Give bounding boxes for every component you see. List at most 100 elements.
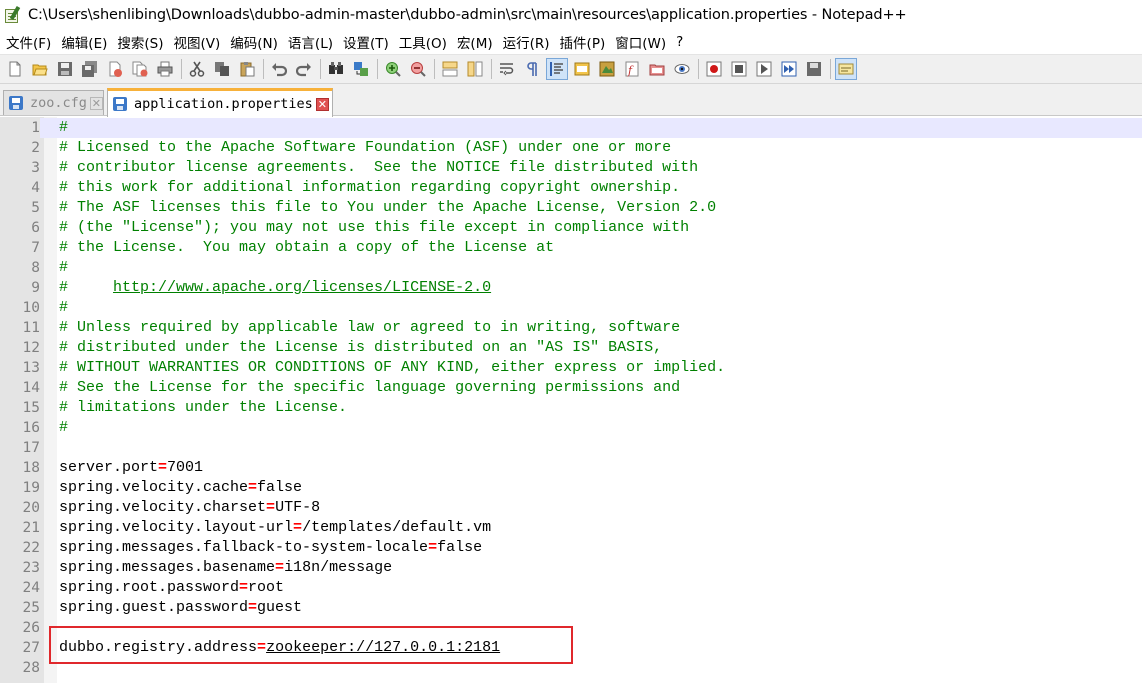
code-line[interactable]: 21 spring.velocity.layout-url=/templates/…	[0, 518, 1142, 538]
redo-button[interactable]	[293, 58, 315, 80]
code-text: spring.velocity.layout-url=/templates/de…	[59, 518, 491, 538]
save-button[interactable]	[54, 58, 76, 80]
property-key: spring.velocity.cache	[59, 479, 249, 496]
code-line[interactable]: 13 # WITHOUT WARRANTIES OR CONDITIONS OF …	[0, 358, 1142, 378]
menu-edit[interactable]: 编辑(E)	[57, 32, 111, 52]
spell-check-button[interactable]	[835, 58, 857, 80]
stop-macro-button[interactable]	[728, 58, 750, 80]
line-number: 3	[31, 160, 40, 176]
editor-pane[interactable]: 1 #2 # Licensed to the Apache Software Fou…	[0, 117, 1142, 683]
menu-encoding[interactable]: 编码(N)	[226, 32, 282, 52]
menu-language[interactable]: 语言(L)	[284, 32, 337, 52]
menu-file[interactable]: 文件(F)	[2, 32, 55, 52]
comment-text: # WITHOUT WARRANTIES OR CONDITIONS OF AN…	[59, 359, 726, 376]
line-number: 2	[31, 140, 40, 156]
code-line[interactable]: 20 spring.velocity.charset=UTF-8	[0, 498, 1142, 518]
property-key: spring.guest.password	[59, 599, 249, 616]
assignment-operator: =	[248, 479, 258, 496]
code-line[interactable]: 6 # (the "License"); you may not use this…	[0, 218, 1142, 238]
line-number: 26	[22, 620, 40, 636]
line-number: 17	[22, 440, 40, 456]
close-all-button[interactable]	[129, 58, 151, 80]
menu-view[interactable]: 视图(V)	[170, 32, 225, 52]
menu-help[interactable]: ?	[672, 34, 687, 50]
print-button[interactable]	[154, 58, 176, 80]
open-file-button[interactable]	[29, 58, 51, 80]
code-text: # Unless required by applicable law or a…	[59, 318, 680, 338]
code-line[interactable]: 23 spring.messages.basename=i18n/message	[0, 558, 1142, 578]
code-line[interactable]: 17	[0, 438, 1142, 458]
code-line[interactable]: 25 spring.guest.password=guest	[0, 598, 1142, 618]
save-all-button[interactable]	[79, 58, 101, 80]
code-line[interactable]: 26	[0, 618, 1142, 638]
code-text: spring.root.password=root	[59, 578, 284, 598]
menu-search[interactable]: 搜索(S)	[113, 32, 167, 52]
code-line[interactable]: 5 # The ASF licenses this file to You und…	[0, 198, 1142, 218]
code-line[interactable]: 16 #	[0, 418, 1142, 438]
indent-guide-button[interactable]	[546, 58, 568, 80]
close-tab-icon[interactable]: ✕	[89, 96, 103, 110]
code-line[interactable]: 14 # See the License for the specific lan…	[0, 378, 1142, 398]
paste-button[interactable]	[236, 58, 258, 80]
close-button[interactable]	[104, 58, 126, 80]
code-line[interactable]: 11 # Unless required by applicable law or…	[0, 318, 1142, 338]
code-text: spring.messages.fallback-to-system-local…	[59, 538, 482, 558]
user-language-button[interactable]	[571, 58, 593, 80]
code-line[interactable]: 3 # contributor license agreements. See t…	[0, 158, 1142, 178]
save-macro-button[interactable]	[803, 58, 825, 80]
code-line[interactable]: 15 # limitations under the License.	[0, 398, 1142, 418]
menu-macro[interactable]: 宏(M)	[453, 32, 497, 52]
replace-button[interactable]	[350, 58, 372, 80]
sync-horizontal-button[interactable]	[464, 58, 486, 80]
code-line[interactable]: 27 dubbo.registry.address=zookeeper://127…	[0, 638, 1142, 658]
property-value: UTF-8	[275, 499, 321, 516]
code-text: # contributor license agreements. See th…	[59, 158, 698, 178]
function-list-button[interactable]: f	[621, 58, 643, 80]
code-line[interactable]: 22 spring.messages.fallback-to-system-loc…	[0, 538, 1142, 558]
tab-label: application.properties	[134, 96, 313, 112]
new-file-button[interactable]	[4, 58, 26, 80]
folder-workspace-button[interactable]	[646, 58, 668, 80]
record-macro-button[interactable]	[703, 58, 725, 80]
code-line[interactable]: 9 # http://www.apache.org/licenses/LICENS…	[0, 278, 1142, 298]
menu-settings[interactable]: 设置(T)	[339, 32, 393, 52]
code-line[interactable]: 18 server.port=7001	[0, 458, 1142, 478]
code-line[interactable]: 4 # this work for additional information …	[0, 178, 1142, 198]
tab-zoo-cfg[interactable]: zoo.cfg ✕	[3, 90, 104, 115]
find-button[interactable]	[325, 58, 347, 80]
record-macro-icon	[706, 61, 722, 77]
code-line[interactable]: 10 #	[0, 298, 1142, 318]
code-line[interactable]: 1 #	[0, 118, 1142, 138]
toolbar-separator	[830, 59, 831, 79]
zoom-out-button[interactable]	[407, 58, 429, 80]
code-line[interactable]: 8 #	[0, 258, 1142, 278]
show-all-chars-button[interactable]	[521, 58, 543, 80]
sync-vertical-button[interactable]	[439, 58, 461, 80]
run-macro-multiple-button[interactable]	[778, 58, 800, 80]
word-wrap-button[interactable]	[496, 58, 518, 80]
license-url-link[interactable]: http://www.apache.org/licenses/LICENSE-2…	[113, 279, 491, 296]
monitoring-button[interactable]	[671, 58, 693, 80]
cut-button[interactable]	[186, 58, 208, 80]
play-macro-button[interactable]	[753, 58, 775, 80]
code-line[interactable]: 19 spring.velocity.cache=false	[0, 478, 1142, 498]
code-line[interactable]: 2 # Licensed to the Apache Software Found…	[0, 138, 1142, 158]
close-tab-icon[interactable]: ✕	[315, 97, 329, 111]
function-list-icon: f	[625, 61, 639, 77]
copy-button[interactable]	[211, 58, 233, 80]
code-line[interactable]: 28	[0, 658, 1142, 678]
code-text: dubbo.registry.address=zookeeper://127.0…	[59, 638, 500, 658]
code-line[interactable]: 7 # the License. You may obtain a copy of…	[0, 238, 1142, 258]
undo-button[interactable]	[268, 58, 290, 80]
menu-run[interactable]: 运行(R)	[499, 32, 554, 52]
tab-application-properties[interactable]: application.properties ✕	[107, 88, 333, 117]
save-all-icon	[82, 61, 97, 77]
menu-window[interactable]: 窗口(W)	[611, 32, 670, 52]
document-map-button[interactable]	[596, 58, 618, 80]
code-line[interactable]: 24 spring.root.password=root	[0, 578, 1142, 598]
menu-tools[interactable]: 工具(O)	[395, 32, 451, 52]
zoom-in-button[interactable]	[382, 58, 404, 80]
code-line[interactable]: 12 # distributed under the License is dis…	[0, 338, 1142, 358]
notepad-plus-plus-app-icon	[4, 5, 22, 24]
menu-plugins[interactable]: 插件(P)	[556, 32, 610, 52]
